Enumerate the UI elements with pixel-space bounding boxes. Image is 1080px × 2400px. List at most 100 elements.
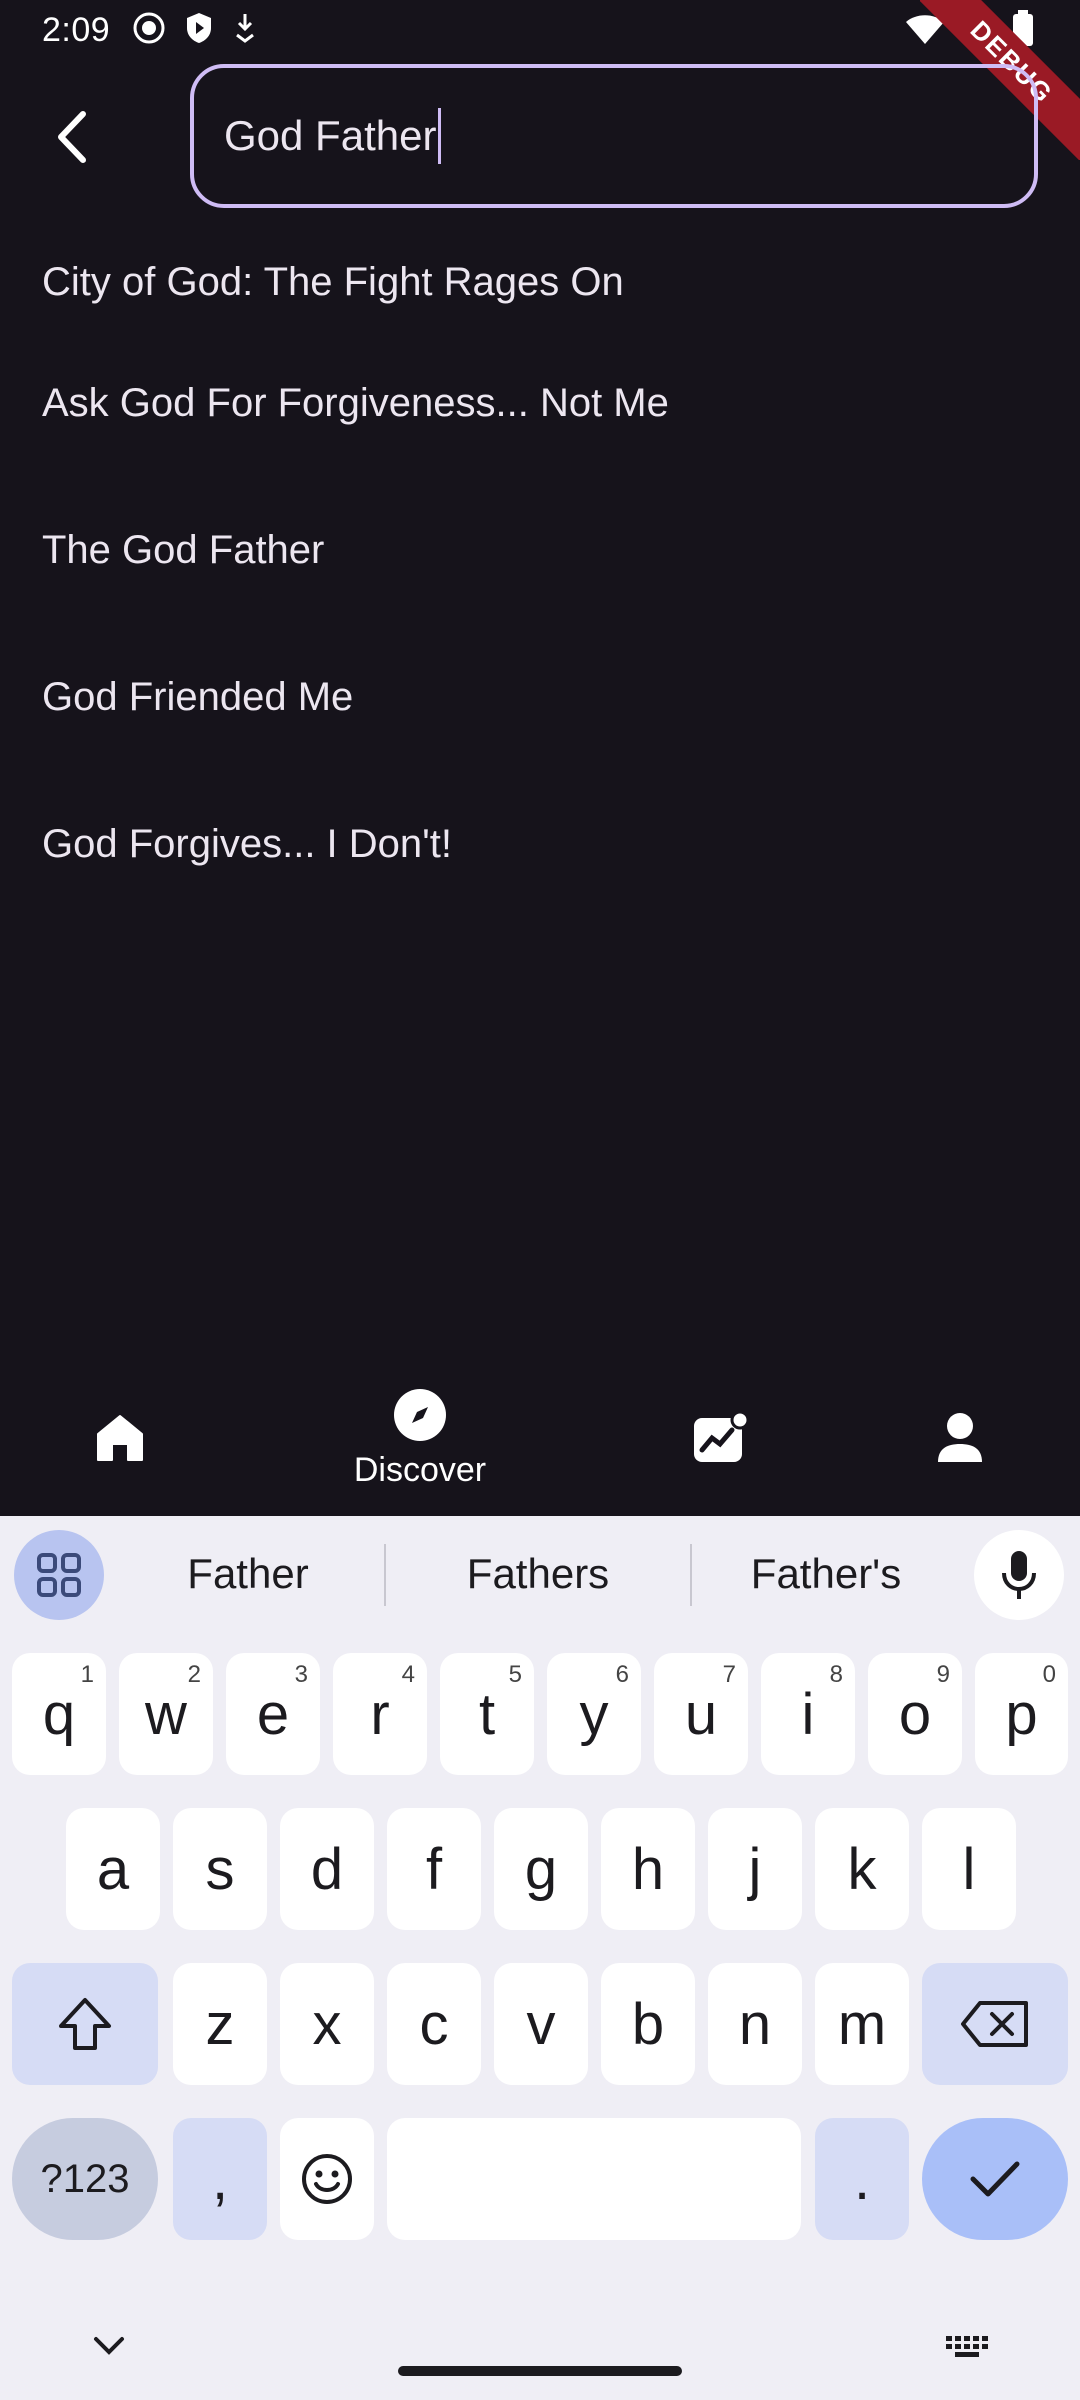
- checkmark-icon: [970, 2161, 1020, 2197]
- keyboard-icon: [946, 2336, 988, 2357]
- keyboard-switch-button[interactable]: [944, 2334, 990, 2365]
- symbols-key[interactable]: ?123: [12, 2118, 158, 2240]
- chevron-down-icon: [94, 2337, 124, 2355]
- key-hint: 1: [80, 1661, 94, 1688]
- key-hint: 7: [722, 1661, 736, 1688]
- keyboard-bottom-bar: [0, 2324, 1080, 2400]
- key-e[interactable]: e3: [226, 1653, 320, 1775]
- nav-discover[interactable]: Discover: [240, 1360, 600, 1516]
- key-label: q: [42, 1681, 76, 1747]
- stats-icon: [694, 1410, 750, 1462]
- key-u[interactable]: u7: [654, 1653, 748, 1775]
- key-d[interactable]: d: [280, 1808, 374, 1930]
- text-cursor: [438, 108, 442, 164]
- nav-stats[interactable]: [600, 1360, 840, 1516]
- compass-icon: [394, 1388, 446, 1441]
- space-key[interactable]: [387, 2118, 801, 2240]
- nav-discover-label: Discover: [353, 1450, 487, 1489]
- key-label: r: [370, 1681, 390, 1747]
- key-o[interactable]: o9: [868, 1653, 962, 1775]
- key-b[interactable]: b: [601, 1963, 695, 2085]
- nav-profile[interactable]: [840, 1360, 1080, 1516]
- key-j[interactable]: j: [708, 1808, 802, 1930]
- key-label: e: [256, 1681, 290, 1747]
- keyboard-apps-button[interactable]: [14, 1530, 104, 1620]
- key-l[interactable]: l: [922, 1808, 1016, 1930]
- key-label: w: [145, 1681, 187, 1747]
- backspace-icon: [961, 2001, 1028, 2047]
- status-bar: 2:09: [0, 0, 1080, 60]
- key-a[interactable]: a: [66, 1808, 160, 1930]
- back-button[interactable]: [36, 100, 110, 174]
- list-item[interactable]: God Friended Me: [0, 624, 1080, 771]
- list-item[interactable]: God Forgives... I Don't!: [0, 771, 1080, 918]
- key-v[interactable]: v: [494, 1963, 588, 2085]
- wifi-icon: [904, 12, 946, 51]
- key-m[interactable]: m: [815, 1963, 909, 2085]
- person-icon: [938, 1413, 982, 1462]
- search-input[interactable]: God Father: [224, 112, 436, 160]
- microphone-icon: [1002, 1551, 1036, 1599]
- emoji-icon: [302, 2154, 352, 2204]
- list-item[interactable]: The God Father: [0, 477, 1080, 624]
- key-f[interactable]: f: [387, 1808, 481, 1930]
- search-results-list: City of God: The Fight Rages On Ask God …: [0, 234, 1080, 918]
- key-c[interactable]: c: [387, 1963, 481, 2085]
- status-time: 2:09: [42, 10, 111, 49]
- key-label: u: [684, 1681, 718, 1747]
- key-s[interactable]: s: [173, 1808, 267, 1930]
- key-label: o: [898, 1681, 932, 1747]
- key-p[interactable]: p0: [975, 1653, 1068, 1775]
- key-hint: 6: [615, 1661, 629, 1688]
- shift-key[interactable]: [12, 1963, 158, 2085]
- key-label: i: [801, 1681, 815, 1747]
- key-k[interactable]: k: [815, 1808, 909, 1930]
- home-icon: [97, 1415, 143, 1461]
- nav-home[interactable]: [0, 1360, 240, 1516]
- key-x[interactable]: x: [280, 1963, 374, 2085]
- key-label: t: [478, 1681, 496, 1747]
- suggestion-divider: [384, 1544, 386, 1606]
- suggestion-1[interactable]: Father: [120, 1516, 376, 1632]
- key-i[interactable]: i8: [761, 1653, 855, 1775]
- suggestion-divider: [690, 1544, 692, 1606]
- enter-key[interactable]: [922, 2118, 1068, 2240]
- suggestion-strip: Father Fathers Father's: [0, 1516, 1080, 1632]
- shift-icon: [59, 1998, 111, 2050]
- download-icon: [232, 11, 258, 50]
- key-hint: 9: [936, 1661, 950, 1688]
- key-y[interactable]: y6: [547, 1653, 641, 1775]
- period-key[interactable]: .: [815, 2118, 909, 2240]
- list-item[interactable]: City of God: The Fight Rages On: [0, 234, 1080, 330]
- key-hint: 8: [829, 1661, 843, 1688]
- signal-icon: [962, 12, 996, 51]
- key-q[interactable]: q1: [12, 1653, 106, 1775]
- shield-icon: [184, 11, 214, 50]
- home-indicator[interactable]: [398, 2366, 682, 2376]
- list-item[interactable]: Ask God For Forgiveness... Not Me: [0, 330, 1080, 477]
- key-w[interactable]: w2: [119, 1653, 213, 1775]
- key-g[interactable]: g: [494, 1808, 588, 1930]
- key-r[interactable]: r4: [333, 1653, 427, 1775]
- key-hint: 2: [187, 1661, 201, 1688]
- key-t[interactable]: t5: [440, 1653, 534, 1775]
- record-icon: [132, 11, 166, 50]
- key-hint: 3: [294, 1661, 308, 1688]
- backspace-key[interactable]: [922, 1963, 1068, 2085]
- search-field[interactable]: God Father: [190, 64, 1038, 208]
- key-hint: 5: [508, 1661, 522, 1688]
- bottom-navigation: Discover: [0, 1360, 1080, 1516]
- hide-keyboard-button[interactable]: [92, 2334, 126, 2363]
- suggestion-2[interactable]: Fathers: [392, 1516, 684, 1632]
- comma-key[interactable]: ,: [173, 2118, 267, 2240]
- voice-input-button[interactable]: [974, 1530, 1064, 1620]
- grid-icon: [37, 1553, 81, 1597]
- suggestion-3[interactable]: Father's: [698, 1516, 954, 1632]
- key-n[interactable]: n: [708, 1963, 802, 2085]
- key-hint: 4: [401, 1661, 415, 1688]
- key-z[interactable]: z: [173, 1963, 267, 2085]
- emoji-key[interactable]: [280, 2118, 374, 2240]
- battery-icon: [1012, 10, 1034, 53]
- back-arrow-icon: [58, 111, 86, 163]
- key-h[interactable]: h: [601, 1808, 695, 1930]
